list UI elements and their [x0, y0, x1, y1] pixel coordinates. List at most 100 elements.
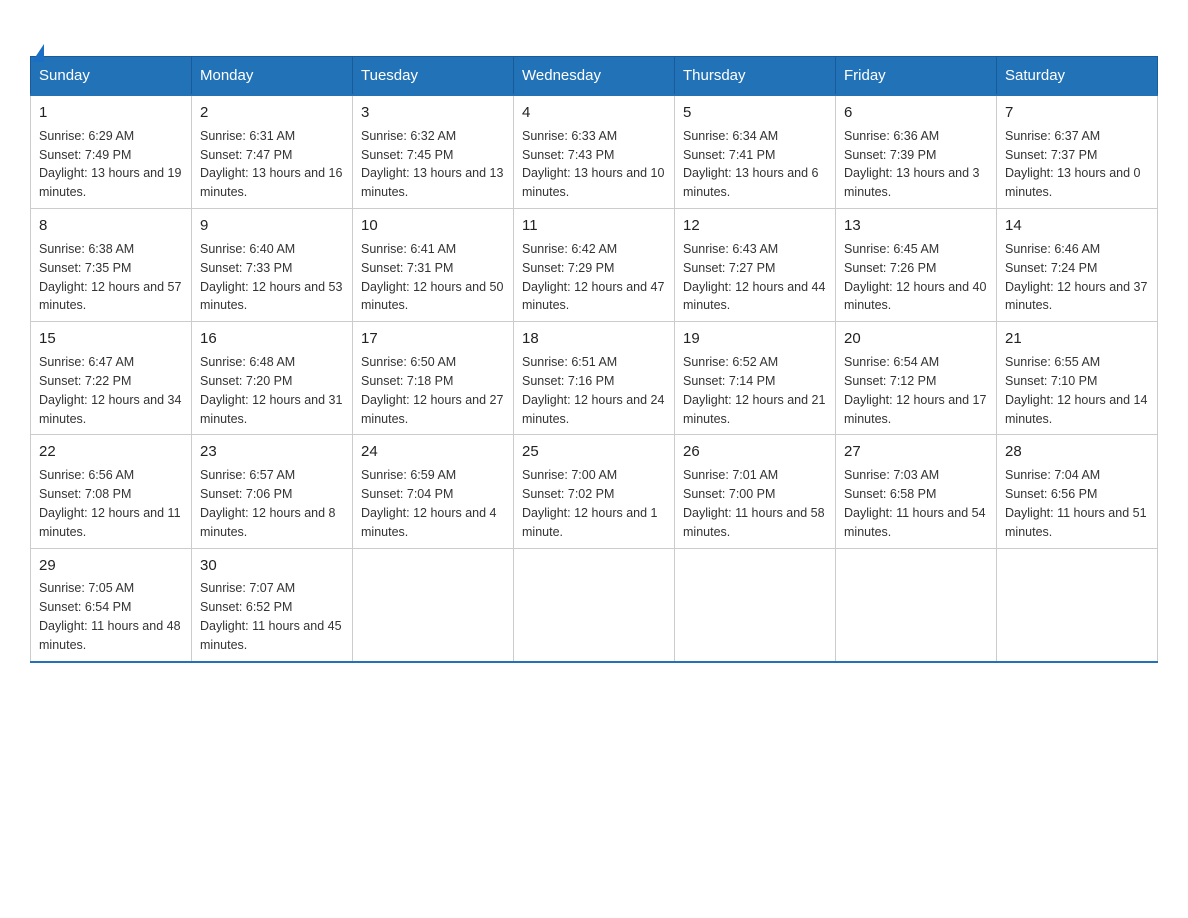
day-number: 23: [200, 441, 344, 463]
calendar-day-cell: 26 Sunrise: 7:01 AMSunset: 7:00 PMDaylig…: [675, 435, 836, 548]
day-number: 11: [522, 215, 666, 237]
day-info: Sunrise: 6:32 AMSunset: 7:45 PMDaylight:…: [361, 129, 503, 200]
day-info: Sunrise: 6:29 AMSunset: 7:49 PMDaylight:…: [39, 129, 181, 200]
day-info: Sunrise: 6:45 AMSunset: 7:26 PMDaylight:…: [844, 242, 986, 313]
day-info: Sunrise: 6:37 AMSunset: 7:37 PMDaylight:…: [1005, 129, 1141, 200]
day-info: Sunrise: 6:56 AMSunset: 7:08 PMDaylight:…: [39, 468, 181, 539]
calendar-header-monday: Monday: [192, 57, 353, 96]
day-number: 3: [361, 102, 505, 124]
calendar-week-row: 1 Sunrise: 6:29 AMSunset: 7:49 PMDayligh…: [31, 95, 1158, 209]
day-number: 24: [361, 441, 505, 463]
day-number: 1: [39, 102, 183, 124]
page-header: [30, 20, 1158, 46]
logo-triangle-icon: [32, 27, 44, 62]
day-info: Sunrise: 6:51 AMSunset: 7:16 PMDaylight:…: [522, 355, 664, 426]
day-number: 4: [522, 102, 666, 124]
calendar-day-cell: [997, 548, 1158, 662]
calendar-day-cell: 7 Sunrise: 6:37 AMSunset: 7:37 PMDayligh…: [997, 95, 1158, 209]
day-info: Sunrise: 6:50 AMSunset: 7:18 PMDaylight:…: [361, 355, 503, 426]
day-number: 12: [683, 215, 827, 237]
day-info: Sunrise: 6:38 AMSunset: 7:35 PMDaylight:…: [39, 242, 181, 313]
day-number: 14: [1005, 215, 1149, 237]
calendar-day-cell: 19 Sunrise: 6:52 AMSunset: 7:14 PMDaylig…: [675, 322, 836, 435]
calendar-header-thursday: Thursday: [675, 57, 836, 96]
day-info: Sunrise: 7:00 AMSunset: 7:02 PMDaylight:…: [522, 468, 658, 539]
day-number: 16: [200, 328, 344, 350]
calendar-day-cell: 9 Sunrise: 6:40 AMSunset: 7:33 PMDayligh…: [192, 209, 353, 322]
calendar-day-cell: 6 Sunrise: 6:36 AMSunset: 7:39 PMDayligh…: [836, 95, 997, 209]
day-info: Sunrise: 6:34 AMSunset: 7:41 PMDaylight:…: [683, 129, 819, 200]
day-number: 21: [1005, 328, 1149, 350]
calendar-day-cell: 25 Sunrise: 7:00 AMSunset: 7:02 PMDaylig…: [514, 435, 675, 548]
day-info: Sunrise: 7:03 AMSunset: 6:58 PMDaylight:…: [844, 468, 986, 539]
day-number: 30: [200, 555, 344, 577]
calendar-day-cell: 2 Sunrise: 6:31 AMSunset: 7:47 PMDayligh…: [192, 95, 353, 209]
calendar-day-cell: 30 Sunrise: 7:07 AMSunset: 6:52 PMDaylig…: [192, 548, 353, 662]
day-number: 6: [844, 102, 988, 124]
day-info: Sunrise: 6:55 AMSunset: 7:10 PMDaylight:…: [1005, 355, 1147, 426]
day-info: Sunrise: 6:47 AMSunset: 7:22 PMDaylight:…: [39, 355, 181, 426]
calendar-day-cell: 8 Sunrise: 6:38 AMSunset: 7:35 PMDayligh…: [31, 209, 192, 322]
day-number: 8: [39, 215, 183, 237]
day-info: Sunrise: 6:46 AMSunset: 7:24 PMDaylight:…: [1005, 242, 1147, 313]
day-info: Sunrise: 7:04 AMSunset: 6:56 PMDaylight:…: [1005, 468, 1147, 539]
calendar-day-cell: 23 Sunrise: 6:57 AMSunset: 7:06 PMDaylig…: [192, 435, 353, 548]
calendar-day-cell: 17 Sunrise: 6:50 AMSunset: 7:18 PMDaylig…: [353, 322, 514, 435]
calendar-day-cell: 11 Sunrise: 6:42 AMSunset: 7:29 PMDaylig…: [514, 209, 675, 322]
day-info: Sunrise: 6:52 AMSunset: 7:14 PMDaylight:…: [683, 355, 825, 426]
day-info: Sunrise: 6:54 AMSunset: 7:12 PMDaylight:…: [844, 355, 986, 426]
day-number: 25: [522, 441, 666, 463]
day-number: 15: [39, 328, 183, 350]
day-number: 20: [844, 328, 988, 350]
day-info: Sunrise: 6:43 AMSunset: 7:27 PMDaylight:…: [683, 242, 825, 313]
day-number: 17: [361, 328, 505, 350]
calendar-day-cell: 24 Sunrise: 6:59 AMSunset: 7:04 PMDaylig…: [353, 435, 514, 548]
day-number: 2: [200, 102, 344, 124]
day-number: 26: [683, 441, 827, 463]
day-number: 19: [683, 328, 827, 350]
calendar-header-row: SundayMondayTuesdayWednesdayThursdayFrid…: [31, 57, 1158, 96]
calendar-day-cell: 3 Sunrise: 6:32 AMSunset: 7:45 PMDayligh…: [353, 95, 514, 209]
calendar-day-cell: 18 Sunrise: 6:51 AMSunset: 7:16 PMDaylig…: [514, 322, 675, 435]
calendar-header-saturday: Saturday: [997, 57, 1158, 96]
calendar-day-cell: 4 Sunrise: 6:33 AMSunset: 7:43 PMDayligh…: [514, 95, 675, 209]
calendar-day-cell: 20 Sunrise: 6:54 AMSunset: 7:12 PMDaylig…: [836, 322, 997, 435]
calendar-day-cell: 21 Sunrise: 6:55 AMSunset: 7:10 PMDaylig…: [997, 322, 1158, 435]
day-info: Sunrise: 7:05 AMSunset: 6:54 PMDaylight:…: [39, 581, 181, 652]
day-info: Sunrise: 6:36 AMSunset: 7:39 PMDaylight:…: [844, 129, 980, 200]
calendar-day-cell: 5 Sunrise: 6:34 AMSunset: 7:41 PMDayligh…: [675, 95, 836, 209]
day-number: 5: [683, 102, 827, 124]
calendar-day-cell: 22 Sunrise: 6:56 AMSunset: 7:08 PMDaylig…: [31, 435, 192, 548]
calendar-day-cell: 1 Sunrise: 6:29 AMSunset: 7:49 PMDayligh…: [31, 95, 192, 209]
logo-wordmark: [30, 20, 44, 46]
day-number: 18: [522, 328, 666, 350]
calendar-table: SundayMondayTuesdayWednesdayThursdayFrid…: [30, 56, 1158, 663]
calendar-day-cell: 14 Sunrise: 6:46 AMSunset: 7:24 PMDaylig…: [997, 209, 1158, 322]
calendar-day-cell: [514, 548, 675, 662]
calendar-week-row: 29 Sunrise: 7:05 AMSunset: 6:54 PMDaylig…: [31, 548, 1158, 662]
calendar-day-cell: 28 Sunrise: 7:04 AMSunset: 6:56 PMDaylig…: [997, 435, 1158, 548]
day-info: Sunrise: 7:07 AMSunset: 6:52 PMDaylight:…: [200, 581, 342, 652]
day-number: 27: [844, 441, 988, 463]
calendar-day-cell: 16 Sunrise: 6:48 AMSunset: 7:20 PMDaylig…: [192, 322, 353, 435]
day-info: Sunrise: 6:57 AMSunset: 7:06 PMDaylight:…: [200, 468, 336, 539]
calendar-header-tuesday: Tuesday: [353, 57, 514, 96]
day-info: Sunrise: 6:48 AMSunset: 7:20 PMDaylight:…: [200, 355, 342, 426]
calendar-header-wednesday: Wednesday: [514, 57, 675, 96]
calendar-day-cell: 27 Sunrise: 7:03 AMSunset: 6:58 PMDaylig…: [836, 435, 997, 548]
day-info: Sunrise: 6:40 AMSunset: 7:33 PMDaylight:…: [200, 242, 342, 313]
calendar-day-cell: [353, 548, 514, 662]
calendar-header-friday: Friday: [836, 57, 997, 96]
day-info: Sunrise: 6:41 AMSunset: 7:31 PMDaylight:…: [361, 242, 503, 313]
calendar-day-cell: 15 Sunrise: 6:47 AMSunset: 7:22 PMDaylig…: [31, 322, 192, 435]
calendar-week-row: 8 Sunrise: 6:38 AMSunset: 7:35 PMDayligh…: [31, 209, 1158, 322]
day-number: 10: [361, 215, 505, 237]
calendar-day-cell: 13 Sunrise: 6:45 AMSunset: 7:26 PMDaylig…: [836, 209, 997, 322]
calendar-day-cell: [836, 548, 997, 662]
calendar-day-cell: 29 Sunrise: 7:05 AMSunset: 6:54 PMDaylig…: [31, 548, 192, 662]
day-number: 22: [39, 441, 183, 463]
calendar-day-cell: 10 Sunrise: 6:41 AMSunset: 7:31 PMDaylig…: [353, 209, 514, 322]
day-number: 13: [844, 215, 988, 237]
day-info: Sunrise: 6:59 AMSunset: 7:04 PMDaylight:…: [361, 468, 497, 539]
calendar-week-row: 22 Sunrise: 6:56 AMSunset: 7:08 PMDaylig…: [31, 435, 1158, 548]
